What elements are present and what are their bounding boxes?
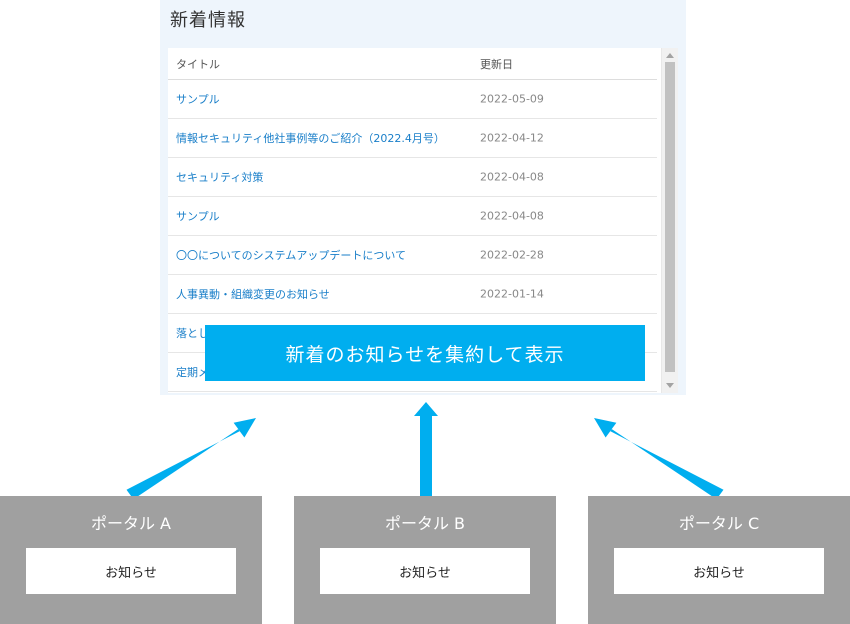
aggregate-callout: 新着のお知らせを集約して表示 xyxy=(205,325,645,381)
portal-label: ポータル C xyxy=(678,514,760,533)
portal-b-box: ポータル B お知らせ xyxy=(294,496,556,624)
portal-label: ポータル A xyxy=(90,514,172,533)
portal-label: ポータル B xyxy=(384,514,466,533)
portal-notice-box: お知らせ xyxy=(614,548,824,594)
portal-c-box: ポータル C お知らせ xyxy=(588,496,850,624)
portal-a-box: ポータル A お知らせ xyxy=(0,496,262,624)
arrow-center-icon xyxy=(414,402,438,496)
arrow-right-icon xyxy=(594,418,724,500)
portal-notice-box: お知らせ xyxy=(320,548,530,594)
arrow-left-icon xyxy=(126,418,256,500)
portal-notice-box: お知らせ xyxy=(26,548,236,594)
